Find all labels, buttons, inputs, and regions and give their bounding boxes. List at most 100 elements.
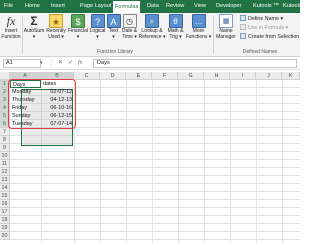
name-manager-label-2: Manager [216,33,236,40]
row-header-18[interactable]: 18 [0,216,10,224]
use-in-formula-button[interactable]: Use in Formula ▾ [240,24,288,32]
gridline [10,231,300,232]
column-header-f[interactable]: F [152,72,178,80]
theta-book-icon: θ [168,14,183,28]
gridline [10,183,300,184]
tab-review[interactable]: Review [164,0,186,13]
chevron-down-icon[interactable]: ▾ [40,60,43,67]
row-header-10[interactable]: 10 [0,152,10,160]
row-header-12[interactable]: 12 [0,168,10,176]
recently-used-button[interactable]: ★ Recently Used ▾ [45,14,67,46]
gridline [178,80,179,243]
define-name-label: Define Name ▾ [248,16,284,22]
math-trig-label-2: Trig ▾ [169,33,182,40]
text-book-icon: A [106,14,121,28]
create-from-selection-label: Create from Selection [248,34,300,40]
logical-label-2: ▾ [96,33,99,40]
row-header-16[interactable]: 16 [0,200,10,208]
autosum-button[interactable]: Σ AutoSum ▾ [23,14,45,46]
tab-page-layout[interactable]: Page Layout [78,0,113,13]
formula-input[interactable]: Days [93,59,297,68]
column-header-k[interactable]: K [282,72,300,80]
more-options-icon: ⋮ [48,60,54,66]
row-header-7[interactable]: 7 [0,128,10,136]
gridline [282,80,283,243]
row-header-20[interactable]: 20 [0,232,10,240]
select-all-corner[interactable] [0,72,10,80]
math-trig-button[interactable]: θ Math & Trig ▾ [166,14,185,46]
gridline [10,151,300,152]
row-header-19[interactable]: 19 [0,224,10,232]
fx-icon: fx [6,14,16,28]
star-book-icon: ★ [49,14,63,28]
insert-function-fx-icon[interactable]: fx [78,59,82,68]
define-name-button[interactable]: Define Name ▾ [240,15,283,23]
financial-button[interactable]: $ Financial ▾ [67,14,89,46]
formula-input-value: Days [97,60,110,66]
more-functions-button[interactable]: … More Functions ▾ [185,14,212,46]
lookup-book-icon: ⌕ [145,14,159,28]
excel-window: File Home Insert Page Layout Formulas Da… [0,0,300,243]
gridline [10,167,300,168]
column-header-j[interactable]: J [256,72,282,80]
column-header-i[interactable]: I [230,72,256,80]
gridline [10,191,300,192]
column-header-g[interactable]: G [178,72,204,80]
use-in-formula-label: Use in Formula ▾ [248,25,289,31]
insert-function-label-2: Function [1,33,21,40]
gridline [256,80,257,243]
name-box-value: A1 [6,60,13,66]
function-library-group-label: Function Library [97,49,133,55]
gridline [204,80,205,243]
tab-kutools[interactable]: Kutools ™ [251,0,281,13]
tab-kutools-plus[interactable]: Kutools [281,0,300,13]
name-manager-icon: ▦ [219,14,233,28]
gridline [10,215,300,216]
row-header-13[interactable]: 13 [0,176,10,184]
enter-icon[interactable]: ✓ [68,59,73,68]
lookup-reference-button[interactable]: ⌕ Lookup & Reference ▾ [138,14,166,46]
gridline [10,223,300,224]
row-header-11[interactable]: 11 [0,160,10,168]
column-header-c[interactable]: C [74,72,100,80]
gridline [10,239,300,240]
cancel-icon[interactable]: ✕ [58,59,63,68]
gridline [10,207,300,208]
clock-book-icon: ◷ [122,14,137,28]
name-box[interactable]: A1 ▾ [3,59,43,68]
tab-data[interactable]: Data [145,0,161,13]
row-header-17[interactable]: 17 [0,208,10,216]
name-manager-button[interactable]: ▦ Name Manager [214,14,238,46]
tab-file[interactable]: File [2,0,15,13]
lookup-label-2: Reference ▾ [138,33,166,40]
column-header-e[interactable]: E [126,72,152,80]
tab-developer[interactable]: Developer [214,0,244,13]
formula-bar: A1 ▾ ⋮ ✕ ✓ fx Days [0,57,300,70]
logical-button[interactable]: ? Logical ▾ [89,14,106,46]
more-functions-label-2: Functions ▾ [185,33,212,40]
gridline [230,80,231,243]
row-header-9[interactable]: 9 [0,144,10,152]
more-functions-book-icon: … [191,14,206,28]
insert-function-button[interactable]: fx Insert Function [1,14,21,46]
date-time-button[interactable]: ◷ Date & Time ▾ [121,14,138,46]
column-header-h[interactable]: H [204,72,230,80]
tab-formulas[interactable]: Formulas [113,1,141,13]
column-header-d[interactable]: D [100,72,126,80]
row-header-15[interactable]: 15 [0,192,10,200]
row-header-14[interactable]: 14 [0,184,10,192]
gridline [10,159,300,160]
row-header-8[interactable]: 8 [0,136,10,144]
text-button[interactable]: A Text ▾ [106,14,121,46]
create-from-selection-icon [240,33,246,39]
ribbon-tab-bar: File Home Insert Page Layout Formulas Da… [0,0,300,13]
tab-insert[interactable]: Insert [49,0,67,13]
tab-home[interactable]: Home [23,0,42,13]
tab-view[interactable]: View [192,0,208,13]
highlight-annotation [8,79,76,129]
sigma-icon: Σ [30,14,38,28]
gridline [10,199,300,200]
create-from-selection-button[interactable]: Create from Selection [240,33,299,41]
date-time-label-2: Time ▾ [122,33,137,40]
define-name-icon [240,15,246,21]
